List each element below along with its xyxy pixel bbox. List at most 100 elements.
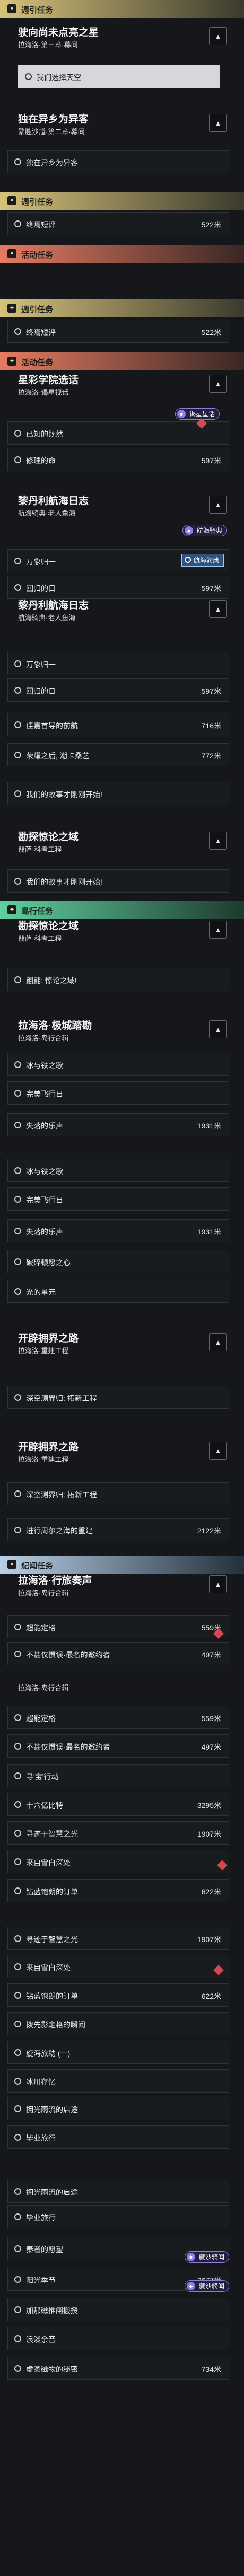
- quest-type-icon: ✦: [7, 1560, 16, 1569]
- quest-step-row[interactable]: 冰川存忆: [7, 2069, 229, 2093]
- quest-tag-badge: ◆ 谒星星话: [175, 408, 220, 420]
- collapse-button[interactable]: ▲: [209, 1442, 227, 1460]
- quest-title[interactable]: 独在异乡为异客: [18, 111, 89, 126]
- quest-step-row[interactable]: 终焉短评 522米: [7, 212, 229, 235]
- quest-step-row[interactable]: 完美飞行日: [7, 1187, 229, 1211]
- collapse-button[interactable]: ▲: [209, 1575, 227, 1593]
- section-header-routine[interactable]: ✦ 週引任务: [0, 192, 244, 210]
- quest-step-row[interactable]: 深空测界归: 拓新工程: [7, 1386, 229, 1409]
- step-distance: 559米: [201, 1714, 221, 1723]
- quest-step-row[interactable]: 冰与铁之歌: [7, 1053, 229, 1076]
- collapse-button[interactable]: ▲: [209, 375, 227, 393]
- step-status-circle-icon: [14, 1624, 21, 1630]
- quest-title[interactable]: 拉海洛·极城踏勘: [18, 1018, 92, 1032]
- quest-step-row[interactable]: 拥光雨流的启途: [7, 2097, 229, 2120]
- quest-step-row[interactable]: 旋海旅助 (一): [7, 2041, 229, 2064]
- quest-step-row[interactable]: 失落的乐声 1931米: [7, 1113, 229, 1136]
- quest-title[interactable]: 黎丹利航海日志: [18, 493, 89, 507]
- quest-type-icon: ✦: [7, 249, 16, 258]
- quest-step-row[interactable]: 超能定格 559米: [7, 1615, 229, 1638]
- step-status-circle-icon: [14, 1527, 21, 1533]
- quest-step-row[interactable]: 完美飞行日: [7, 1081, 229, 1105]
- quest-step-row[interactable]: 钻蓝饱朗的订单 622米: [7, 1983, 229, 2007]
- quest-step-row[interactable]: 十六亿比特 3295米: [7, 1793, 229, 1816]
- quest-type-icon: ✦: [7, 304, 16, 313]
- quest-step-row[interactable]: 我们选择天空: [18, 65, 220, 88]
- quest-step-row[interactable]: 万象归一: [7, 652, 229, 675]
- quest-step-row[interactable]: 寻迹于智慧之光 1907米: [7, 1821, 229, 1845]
- step-label: 失落的乐声: [26, 1228, 63, 1236]
- section-header-label: 週引任务: [21, 198, 54, 207]
- step-label: 我们选择天空: [37, 73, 81, 82]
- quest-title[interactable]: 拉海洛·行旅奏声: [18, 1573, 92, 1587]
- step-distance: 2122米: [197, 1527, 221, 1535]
- step-label: 超能定格: [26, 1624, 56, 1632]
- quest-step-row[interactable]: 回归的日 597米: [7, 576, 229, 599]
- section-header-journey[interactable]: ✦ 島行任务: [0, 901, 244, 919]
- quest-step-row[interactable]: 进行周尔之海的重建 2122米: [7, 1518, 229, 1541]
- quest-step-row[interactable]: 佳嘉首导的前航 716米: [7, 713, 229, 736]
- quest-step-row[interactable]: 失落的乐声 1931米: [7, 1219, 229, 1242]
- quest-step-row[interactable]: 深空测界归: 拓新工程: [7, 1482, 229, 1505]
- quest-step-row[interactable]: 回归的日 597米: [7, 678, 229, 702]
- quest-step-row[interactable]: 荣耀之后, 潮卡桑艺 772米: [7, 743, 229, 766]
- collapse-button[interactable]: ▲: [209, 496, 227, 514]
- quest-step-row[interactable]: 翩翩: 惊论之域!: [7, 968, 229, 991]
- step-label: 我们的故事才刚刚开始!: [26, 878, 102, 886]
- quest-step-row[interactable]: 浪淡余音: [7, 2327, 229, 2350]
- step-label: 失落的乐声: [26, 1122, 63, 1130]
- quest-step-row[interactable]: 超能定格 559米: [7, 1706, 229, 1729]
- section-header-routine[interactable]: ✦ 週引任务: [0, 0, 244, 18]
- quest-step-row[interactable]: 冰与铁之歌: [7, 1159, 229, 1182]
- quest-step-row[interactable]: 我们的故事才刚刚开始!: [7, 869, 229, 893]
- step-label: 我们的故事才刚刚开始!: [26, 790, 102, 799]
- section-header-activity[interactable]: ✦ 活动任务: [0, 352, 244, 370]
- quest-step-row[interactable]: 毕业旅行: [7, 2125, 229, 2149]
- step-status-circle-icon: [14, 976, 21, 983]
- quest-step-row[interactable]: 拥光雨流的启途: [7, 2180, 229, 2203]
- quest-step-row[interactable]: 虚图磁物的秘密 734米: [7, 2357, 229, 2380]
- quest-step-row[interactable]: 光的单元: [7, 1280, 229, 1303]
- quest-step-row[interactable]: 来自雪白深处: [7, 1955, 229, 1978]
- quest-step-row[interactable]: 终焉短评 522米: [7, 320, 229, 343]
- quest-step-row[interactable]: 钻蓝饱朗的订单 622米: [7, 1879, 229, 1902]
- quest-step-row[interactable]: 不甚仅惯误·最名的邀约者 497米: [7, 1734, 229, 1758]
- quest-step-row[interactable]: 不甚仅惯误·最名的邀约者 497米: [7, 1642, 229, 1665]
- step-status-circle-icon: [14, 1167, 21, 1174]
- quest-step-row[interactable]: 修理的命 597米: [7, 448, 229, 471]
- quest-step-row[interactable]: 破碎顿愿之心: [7, 1250, 229, 1273]
- quest-step-row[interactable]: 已知的既然: [7, 421, 229, 445]
- collapse-button[interactable]: ▲: [209, 832, 227, 850]
- tag-emblem-icon: ◆: [187, 2253, 195, 2261]
- section-header-activity[interactable]: ✦ 活动任务: [0, 245, 244, 263]
- quest-step-row[interactable]: 独在异乡为异客: [7, 150, 229, 173]
- step-distance: 522米: [201, 328, 221, 337]
- step-distance: 622米: [201, 1992, 221, 2000]
- collapse-button[interactable]: ▲: [209, 114, 227, 132]
- quest-step-row[interactable]: 毕业旅行: [7, 2205, 229, 2228]
- quest-title[interactable]: 勘探惊论之域: [18, 829, 79, 843]
- step-distance: 3295米: [197, 1801, 221, 1810]
- collapse-button[interactable]: ▲: [209, 921, 227, 939]
- section-header-routine[interactable]: ✦ 週引任务: [0, 299, 244, 317]
- quest-title[interactable]: 开辟拥界之路: [18, 1439, 79, 1453]
- quest-title[interactable]: 开辟拥界之路: [18, 1330, 79, 1345]
- step-status-circle-icon: [14, 558, 21, 564]
- quest-title[interactable]: 勘探惊论之域: [18, 918, 79, 932]
- collapse-button[interactable]: ▲: [209, 27, 227, 45]
- quest-step-row[interactable]: 拨先影定格的瞬间: [7, 2012, 229, 2035]
- quest-title[interactable]: 驶向尚未点亮之星: [18, 24, 99, 39]
- quest-step-row[interactable]: 寻'宝'行动: [7, 1764, 229, 1787]
- collapse-button[interactable]: ▲: [209, 1333, 227, 1351]
- quest-title[interactable]: 星彩学院选话: [18, 372, 79, 386]
- quest-step-row[interactable]: 我们的故事才刚刚开始!: [7, 782, 229, 805]
- step-distance: 716米: [201, 721, 221, 730]
- quest-title[interactable]: 黎丹利航海日志: [18, 597, 89, 612]
- quest-step-row[interactable]: 加那磁推闸搬授: [7, 2298, 229, 2321]
- step-label: 完美飞行日: [26, 1090, 63, 1098]
- quest-step-row[interactable]: 寻迹于智慧之光 1907米: [7, 1927, 229, 1950]
- quest-step-row[interactable]: 来自雪白深处: [7, 1850, 229, 1873]
- section-header-canon[interactable]: ✦ 紀闻任务: [0, 1556, 244, 1574]
- collapse-button[interactable]: ▲: [209, 600, 227, 618]
- collapse-button[interactable]: ▲: [209, 1020, 227, 1038]
